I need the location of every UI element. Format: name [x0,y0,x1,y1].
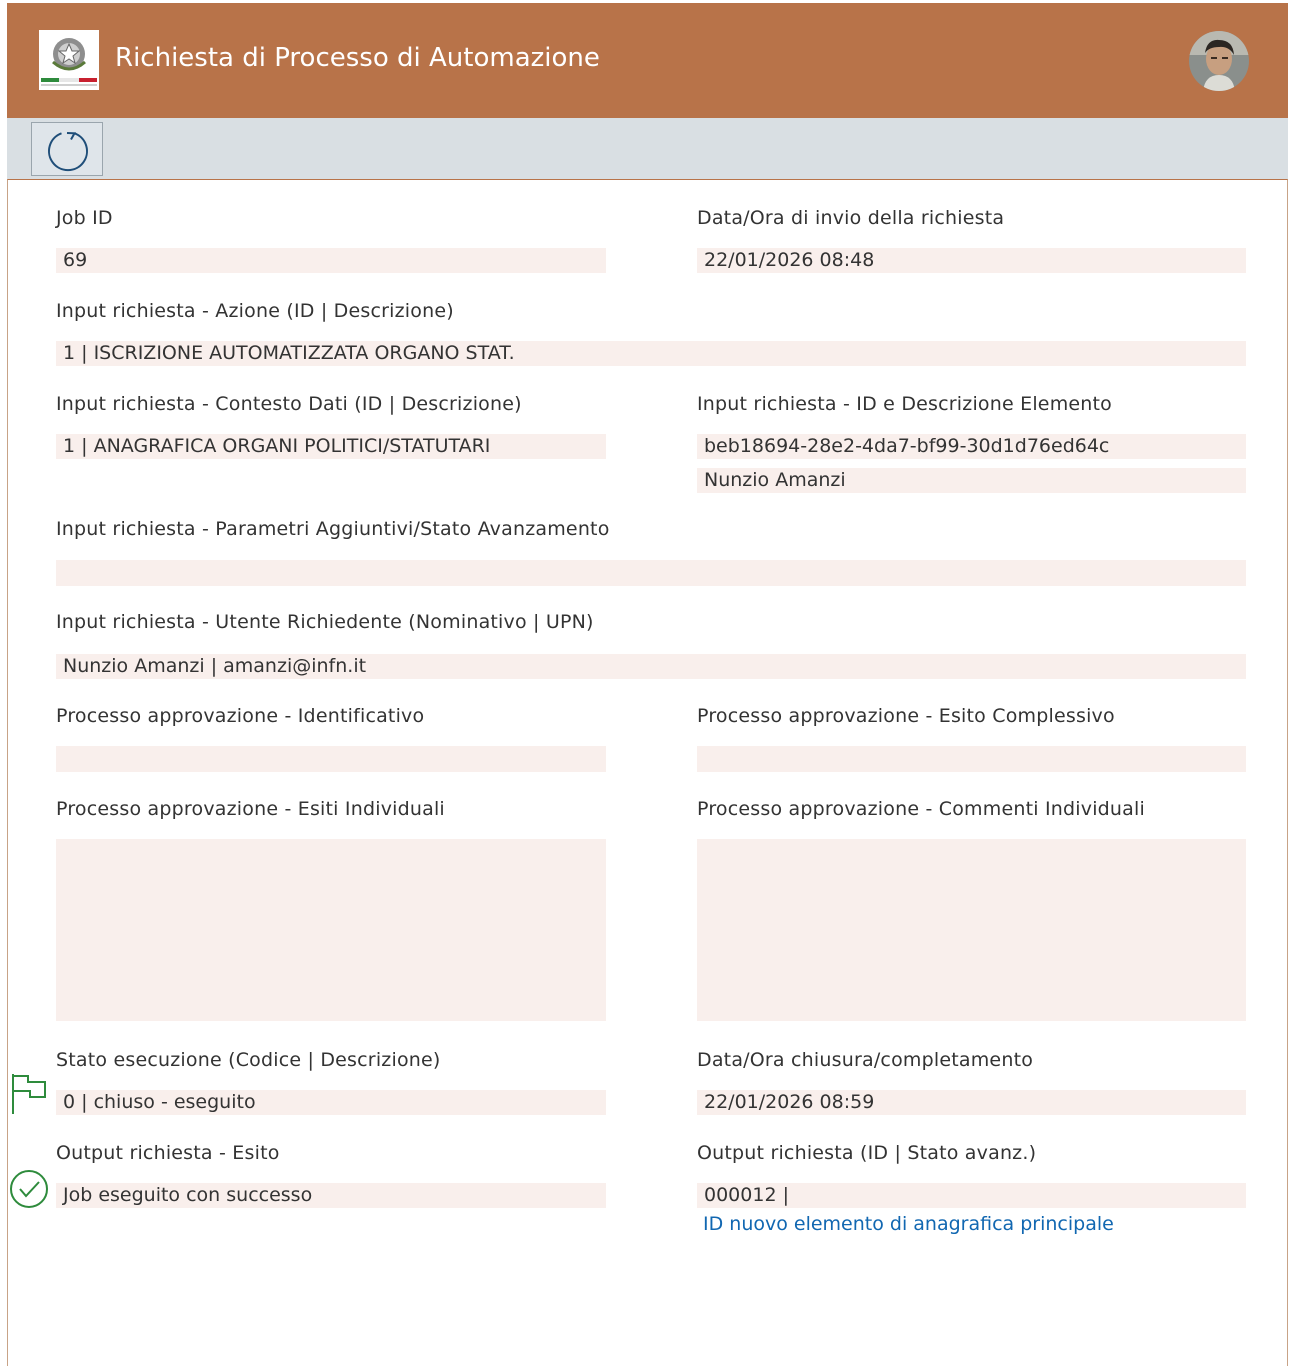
element-label: Input richiesta - ID e Descrizione Eleme… [697,393,1113,415]
action-label: Input richiesta - Azione (ID | Descrizio… [56,300,454,322]
approval-id-label: Processo approvazione - Identificativo [56,705,425,727]
element-id-field[interactable]: beb18694-28e2-4da7-bf99-30d1d76ed64c [697,434,1246,459]
output-id-label: Output richiesta (ID | Stato avanz.) [697,1142,1037,1164]
new-element-link[interactable]: ID nuovo elemento di anagrafica principa… [703,1213,1114,1235]
sent-at-label: Data/Ora di invio della richiesta [697,207,1005,229]
approval-comments-field[interactable] [697,839,1246,1021]
extra-params-label: Input richiesta - Parametri Aggiuntivi/S… [56,518,610,540]
exec-status-label: Stato esecuzione (Codice | Descrizione) [56,1049,441,1071]
approval-individual-field[interactable] [56,839,606,1021]
exec-status-field[interactable]: 0 | chiuso - eseguito [56,1090,606,1115]
job-id-label: Job ID [56,207,113,229]
requester-label: Input richiesta - Utente Richiedente (No… [56,611,594,633]
approval-outcome-field[interactable] [697,746,1246,772]
app-header: Richiesta di Processo di Automazione [7,3,1288,118]
approval-comments-label: Processo approvazione - Commenti Individ… [697,798,1145,820]
output-result-field[interactable]: Job eseguito con successo [56,1183,606,1208]
check-circle-icon [9,1169,49,1213]
requester-field[interactable]: Nunzio Amanzi | amanzi@infn.it [56,654,1246,679]
user-avatar[interactable] [1189,31,1249,91]
closed-at-field[interactable]: 22/01/2026 08:59 [697,1090,1246,1115]
job-id-field[interactable]: 69 [56,248,606,273]
flag-icon [11,1072,47,1120]
toolbar [7,118,1288,179]
sent-at-field[interactable]: 22/01/2026 08:48 [697,248,1246,273]
approval-id-field[interactable] [56,746,606,772]
approval-individual-label: Processo approvazione - Esiti Individual… [56,798,445,820]
output-result-label: Output richiesta - Esito [56,1142,280,1164]
refresh-icon [48,132,88,172]
element-desc-field[interactable]: Nunzio Amanzi [697,468,1246,493]
action-field[interactable]: 1 | ISCRIZIONE AUTOMATIZZATA ORGANO STAT… [56,341,1246,366]
italian-republic-emblem-icon [39,30,99,90]
approval-outcome-label: Processo approvazione - Esito Complessiv… [697,705,1115,727]
extra-params-field[interactable] [56,560,1246,586]
context-field[interactable]: 1 | ANAGRAFICA ORGANI POLITICI/STATUTARI [56,434,606,459]
refresh-button[interactable] [31,122,103,176]
context-label: Input richiesta - Contesto Dati (ID | De… [56,393,522,415]
output-id-field[interactable]: 000012 | [697,1183,1246,1208]
closed-at-label: Data/Ora chiusura/completamento [697,1049,1034,1071]
app-title: Richiesta di Processo di Automazione [115,43,600,73]
